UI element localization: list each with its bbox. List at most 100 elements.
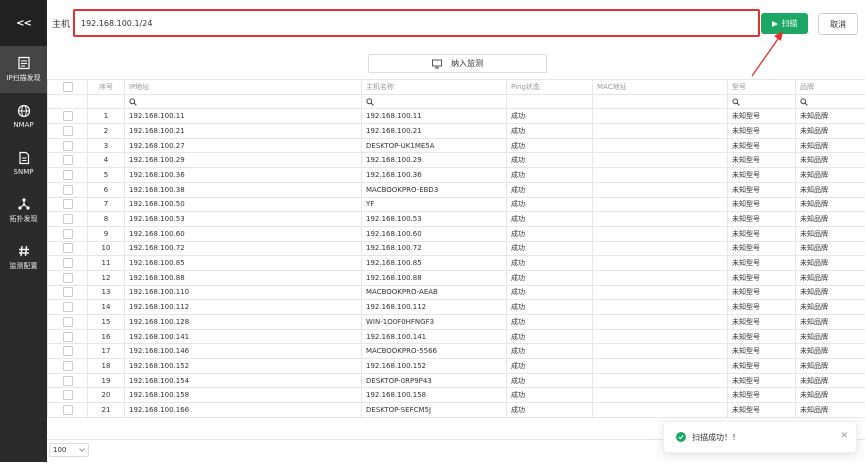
table-row[interactable]: 1192.168.100.11192.168.100.11成功未知型号未知品牌 [48, 109, 865, 124]
column-header-ip[interactable]: IP地址 [125, 80, 362, 95]
ip-filter-input[interactable] [125, 94, 362, 109]
row-checkbox[interactable] [48, 315, 88, 330]
cell-model: 未知型号 [728, 256, 796, 271]
cell-mac [593, 270, 728, 285]
cell-ip: 192.168.100.21 [125, 124, 362, 139]
column-header-brand[interactable]: 品牌 [796, 80, 865, 95]
column-header-ping[interactable]: Ping状态 [507, 80, 593, 95]
table-row[interactable]: 17192.168.100.146MACBOOKPRO-5566成功未知型号未知… [48, 344, 865, 359]
sidebar-item-nmap[interactable]: NMAP [0, 93, 47, 140]
page-size-select[interactable]: 100 [49, 443, 89, 457]
row-checkbox[interactable] [48, 388, 88, 403]
hostname-filter-input[interactable] [362, 94, 507, 109]
row-checkbox[interactable] [48, 168, 88, 183]
scan-button[interactable]: 扫描 [761, 13, 808, 34]
table-row[interactable]: 21192.168.100.166DESKTOP-SEFCM5J成功未知型号未知… [48, 403, 865, 418]
table-row[interactable]: 12192.168.100.88192.168.100.88成功未知型号未知品牌 [48, 270, 865, 285]
cell-model: 未知型号 [728, 285, 796, 300]
row-checkbox[interactable] [48, 226, 88, 241]
table-row[interactable]: 11192.168.100.85192.168.100.85成功未知型号未知品牌 [48, 256, 865, 271]
table-row[interactable]: 19192.168.100.154DESKTOP-0RP9P43成功未知型号未知… [48, 373, 865, 388]
table-row[interactable]: 15192.168.100.128WIN-1O0F0HFNGF3成功未知型号未知… [48, 315, 865, 330]
sidebar-item-monitor-config[interactable]: 监测配置 [0, 234, 47, 281]
cell-mac [593, 388, 728, 403]
row-checkbox[interactable] [48, 329, 88, 344]
cell-ip: 192.168.100.146 [125, 344, 362, 359]
row-checkbox[interactable] [48, 300, 88, 315]
row-checkbox[interactable] [48, 197, 88, 212]
cell-ip: 192.168.100.85 [125, 256, 362, 271]
cell-hostname: DESKTOP-SEFCM5J [362, 403, 507, 418]
collapse-sidebar-button[interactable]: << [0, 0, 47, 46]
row-checkbox[interactable] [48, 256, 88, 271]
cell-hostname: 192.168.100.53 [362, 212, 507, 227]
table-row[interactable]: 5192.168.100.36192.168.100.36成功未知型号未知品牌 [48, 168, 865, 183]
cell-hostname: 192.168.100.158 [362, 388, 507, 403]
cell-mac [593, 256, 728, 271]
row-checkbox[interactable] [48, 124, 88, 139]
monitor-button-label: 纳入监测 [451, 58, 483, 69]
column-header-hostname[interactable]: 主机名称 [362, 80, 507, 95]
add-to-monitoring-button[interactable]: 纳入监测 [368, 54, 547, 73]
sidebar-item-ip-scan[interactable]: IP扫描发现 [0, 46, 47, 93]
table-row[interactable]: 18192.168.100.152192.168.100.152成功未知型号未知… [48, 359, 865, 374]
table-row[interactable]: 9192.168.100.60192.168.100.60成功未知型号未知品牌 [48, 226, 865, 241]
host-input[interactable] [73, 9, 760, 37]
table-row[interactable]: 10192.168.100.72192.168.100.72成功未知型号未知品牌 [48, 241, 865, 256]
cell-ping: 成功 [507, 315, 593, 330]
table-row[interactable]: 7192.168.100.50YF成功未知型号未知品牌 [48, 197, 865, 212]
row-checkbox[interactable] [48, 285, 88, 300]
row-checkbox[interactable] [48, 373, 88, 388]
cancel-button[interactable]: 取消 [818, 13, 858, 35]
table-row[interactable]: 20192.168.100.158192.168.100.158成功未知型号未知… [48, 388, 865, 403]
cell-seq: 14 [88, 300, 125, 315]
row-checkbox[interactable] [48, 241, 88, 256]
row-checkbox[interactable] [48, 344, 88, 359]
cell-model: 未知型号 [728, 109, 796, 124]
close-icon[interactable]: ✕ [840, 431, 848, 441]
cell-brand: 未知品牌 [796, 241, 865, 256]
table-row[interactable]: 14192.168.100.112192.168.100.112成功未知型号未知… [48, 300, 865, 315]
column-header-seq[interactable]: 序号 [88, 80, 125, 95]
sidebar-item-snmp[interactable]: SNMP [0, 140, 47, 187]
row-checkbox[interactable] [48, 359, 88, 374]
row-checkbox[interactable] [48, 212, 88, 227]
cell-seq: 12 [88, 270, 125, 285]
table-row[interactable]: 16192.168.100.141192.168.100.141成功未知型号未知… [48, 329, 865, 344]
table-row[interactable]: 8192.168.100.53192.168.100.53成功未知型号未知品牌 [48, 212, 865, 227]
cell-model: 未知型号 [728, 373, 796, 388]
table-row[interactable]: 6192.168.100.38MACBOOKPRO-EBD3成功未知型号未知品牌 [48, 182, 865, 197]
row-checkbox[interactable] [48, 270, 88, 285]
row-checkbox[interactable] [48, 182, 88, 197]
column-header-model[interactable]: 型号 [728, 80, 796, 95]
host-label: 主机 [52, 17, 70, 30]
column-header-mac[interactable]: MAC地址 [593, 80, 728, 95]
cell-brand: 未知品牌 [796, 373, 865, 388]
row-checkbox[interactable] [48, 403, 88, 418]
row-checkbox[interactable] [48, 153, 88, 168]
table-row[interactable]: 3192.168.100.27DESKTOP-UK1ME5A成功未知型号未知品牌 [48, 138, 865, 153]
cell-ping: 成功 [507, 124, 593, 139]
cell-model: 未知型号 [728, 197, 796, 212]
row-checkbox[interactable] [48, 109, 88, 124]
sidebar-item-topology[interactable]: 拓扑发现 [0, 187, 47, 234]
cell-brand: 未知品牌 [796, 256, 865, 271]
model-filter-input[interactable] [728, 94, 796, 109]
select-all-checkbox[interactable] [48, 80, 88, 95]
row-checkbox[interactable] [48, 138, 88, 153]
cell-brand: 未知品牌 [796, 329, 865, 344]
cell-ping: 成功 [507, 153, 593, 168]
cell-ip: 192.168.100.110 [125, 285, 362, 300]
brand-filter-input[interactable] [796, 94, 865, 109]
hash-icon [17, 244, 31, 258]
table-row[interactable]: 4192.168.100.29192.168.100.29成功未知型号未知品牌 [48, 153, 865, 168]
cell-ping: 成功 [507, 359, 593, 374]
cell-mac [593, 138, 728, 153]
cell-mac [593, 403, 728, 418]
page-size-value: 100 [53, 446, 66, 454]
table-row[interactable]: 2192.168.100.21192.168.100.21成功未知型号未知品牌 [48, 124, 865, 139]
cell-brand: 未知品牌 [796, 285, 865, 300]
table-row[interactable]: 13192.168.100.110MACBOOKPRO-AEAB成功未知型号未知… [48, 285, 865, 300]
cell-seq: 20 [88, 388, 125, 403]
toolbar: 主机 扫描 取消 [47, 0, 865, 48]
